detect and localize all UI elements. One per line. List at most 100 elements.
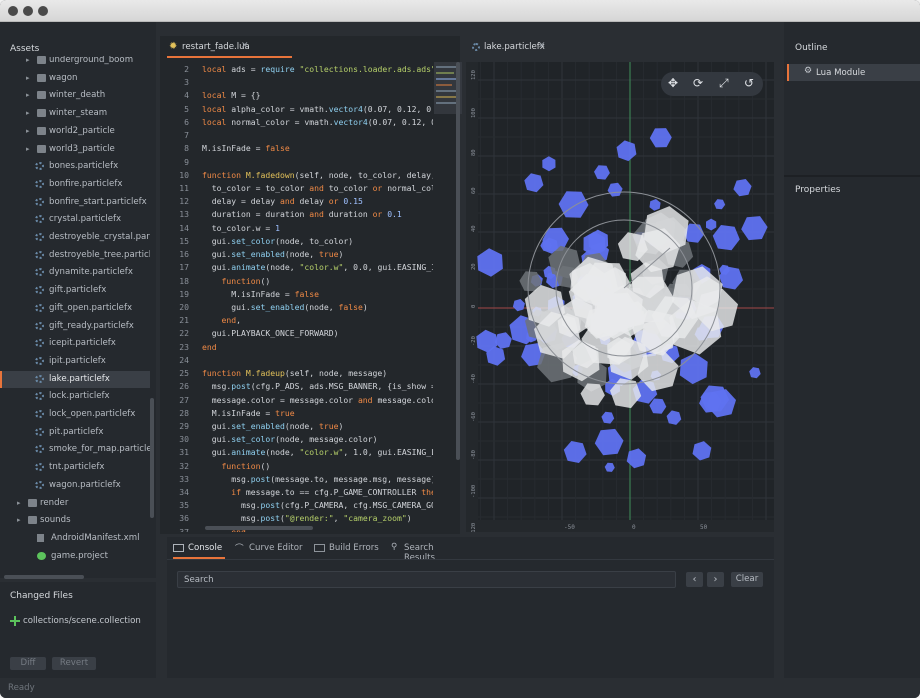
rotate-icon[interactable]: ⟳ xyxy=(693,76,703,90)
asset-item[interactable]: destroyeble_crystal.particlefx xyxy=(0,229,150,246)
reset-icon[interactable]: ↺ xyxy=(744,76,754,90)
asset-item[interactable]: ▸ winter_steam xyxy=(0,105,150,122)
code-line[interactable]: 28 M.isInFade = true xyxy=(167,408,433,421)
clear-button[interactable]: Clear xyxy=(731,572,763,587)
gear-icon: ⚙ xyxy=(804,66,813,76)
console-search-input[interactable]: Search xyxy=(177,571,676,588)
code-line[interactable]: 36 msg.post("@render:", "camera_zoom") xyxy=(167,513,433,526)
chevron-right-icon[interactable]: ▸ xyxy=(26,91,34,99)
asset-item[interactable]: destroyeble_tree.particlefx xyxy=(0,247,150,264)
asset-item[interactable]: lake.particlefx xyxy=(0,370,150,388)
asset-item[interactable]: gift_open.particlefx xyxy=(0,300,150,317)
code-line[interactable]: 10 function M.fadedown(self, node, to_col… xyxy=(167,170,433,183)
changed-file-item[interactable]: collections/scene.collection xyxy=(23,616,141,626)
code-line[interactable]: 5 local alpha_color = vmath.vector4(0.07,… xyxy=(167,104,433,117)
code-line[interactable]: 27 message.color = message.color and mes… xyxy=(167,395,433,408)
assets-hscrollbar[interactable] xyxy=(4,575,84,579)
asset-item[interactable]: ▸ world2_particle xyxy=(0,123,150,140)
code-line[interactable]: 16 gui.set_enabled(node, true) xyxy=(167,249,433,262)
code-line[interactable]: 26 msg.post(cfg.P_ADS, ads.MSG_BANNER, {… xyxy=(167,381,433,394)
asset-item[interactable]: bonfire_start.particlefx xyxy=(0,194,150,211)
scale-icon[interactable]: ⤢ xyxy=(719,76,729,91)
scene-canvas[interactable]: -50 0 50 120 100 80 60 40 20 0 -20 -40 -60 -80 -100 -12… xyxy=(466,62,774,532)
asset-item[interactable]: gift.particlefx xyxy=(0,282,150,299)
chevron-right-icon[interactable]: ▸ xyxy=(26,127,34,135)
asset-item[interactable]: tnt.particlefx xyxy=(0,459,150,476)
tab-lake-particlefx[interactable]: lake.particlefx ✕ xyxy=(470,40,580,58)
code-line[interactable]: 15 gui.set_color(node, to_color) xyxy=(167,236,433,249)
code-line[interactable]: 6 local normal_color = vmath.vector4(0.07… xyxy=(167,117,433,130)
code-line[interactable]: 13 duration = duration and duration or 0… xyxy=(167,209,433,222)
chevron-right-icon[interactable]: ▸ xyxy=(26,145,34,153)
asset-item[interactable]: ▸ underground_boom xyxy=(0,56,150,69)
asset-item[interactable]: pit.particlefx xyxy=(0,424,150,441)
asset-item[interactable]: ipit.particlefx xyxy=(0,353,150,370)
move-icon[interactable]: ✥ xyxy=(668,76,678,90)
code-line[interactable]: 20 gui.set_enabled(node, false) xyxy=(167,302,433,315)
code-line[interactable]: 9 xyxy=(167,157,433,170)
asset-item[interactable]: ▸ sounds xyxy=(0,512,150,529)
code-line[interactable]: 21 end, xyxy=(167,315,433,328)
minimize-window-button[interactable] xyxy=(23,6,33,16)
code-line[interactable]: 4 local M = {} xyxy=(167,90,433,103)
scene-viewport[interactable]: -50 0 50 120 100 80 60 40 20 0 -20 -40 -60 -80 -100 -12… xyxy=(466,62,774,532)
code-line[interactable]: 22 gui.PLAYBACK_ONCE_FORWARD) xyxy=(167,328,433,341)
chevron-right-icon[interactable]: ▸ xyxy=(26,74,34,82)
asset-item[interactable]: lock_open.particlefx xyxy=(0,406,150,423)
code-line[interactable]: 31 gui.animate(node, "color.w", 1.0, gui… xyxy=(167,447,433,460)
search-prev-button[interactable]: ‹ xyxy=(686,572,703,587)
asset-item[interactable]: smoke_for_map.particlefx xyxy=(0,441,150,458)
assets-scrollbar[interactable] xyxy=(150,398,154,518)
chevron-right-icon[interactable]: ▸ xyxy=(17,516,25,524)
asset-item[interactable]: crystal.particlefx xyxy=(0,211,150,228)
code-line[interactable]: 30 gui.set_color(node, message.color) xyxy=(167,434,433,447)
close-window-button[interactable] xyxy=(8,6,18,16)
asset-item[interactable]: wagon.particlefx xyxy=(0,477,150,494)
code-line[interactable]: 32 function() xyxy=(167,461,433,474)
code-line[interactable]: 25 function M.fadeup(self, node, message) xyxy=(167,368,433,381)
code-line[interactable]: 19 M.isInFade = false xyxy=(167,289,433,302)
asset-item[interactable]: ▸ wagon xyxy=(0,70,150,87)
code-line[interactable]: 2 local ads = require "collections.loader… xyxy=(167,64,433,77)
outline-item-lua-module[interactable]: ⚙ Lua Module xyxy=(787,64,920,81)
asset-item[interactable]: ▸ world3_particle xyxy=(0,141,150,158)
asset-item[interactable]: bonfire.particlefx xyxy=(0,176,150,193)
code-line[interactable]: 7 xyxy=(167,130,433,143)
code-line[interactable]: 29 gui.set_enabled(node, true) xyxy=(167,421,433,434)
code-line[interactable]: 33 msg.post(message.to, message.msg, mes… xyxy=(167,474,433,487)
tab-restart-fade[interactable]: ✹ restart_fade.lua ✕ xyxy=(167,40,292,58)
code-line[interactable]: 3 xyxy=(167,77,433,90)
chevron-right-icon[interactable]: ▸ xyxy=(26,109,34,117)
code-line[interactable]: 23 end xyxy=(167,342,433,355)
tab-console[interactable]: Console xyxy=(173,543,225,559)
code-line[interactable]: 24 xyxy=(167,355,433,368)
code-area[interactable]: 2 local ads = require "collections.loader… xyxy=(167,62,433,532)
close-tab-icon[interactable]: ✕ xyxy=(538,41,546,51)
asset-item[interactable]: bones.particlefx xyxy=(0,158,150,175)
asset-item[interactable]: gift_ready.particlefx xyxy=(0,318,150,335)
zoom-window-button[interactable] xyxy=(38,6,48,16)
asset-item[interactable]: game.project xyxy=(0,548,150,565)
asset-item[interactable]: ▸ winter_death xyxy=(0,87,150,104)
code-vscrollbar[interactable] xyxy=(456,62,460,460)
asset-item[interactable]: AndroidManifest.xml xyxy=(0,530,150,547)
asset-item[interactable]: ▸ render xyxy=(0,495,150,512)
code-line[interactable]: 14 to_color.w = 1 xyxy=(167,223,433,236)
asset-item[interactable]: icepit.particlefx xyxy=(0,335,150,352)
code-hscrollbar[interactable] xyxy=(205,526,313,530)
code-line[interactable]: 18 function() xyxy=(167,276,433,289)
chevron-right-icon[interactable]: ▸ xyxy=(26,56,34,64)
code-line[interactable]: 11 to_color = to_color and to_color or n… xyxy=(167,183,433,196)
code-line[interactable]: 12 delay = delay and delay or 0.15 xyxy=(167,196,433,209)
code-line[interactable]: 34 if message.to == cfg.P_GAME_CONTROLLE… xyxy=(167,487,433,500)
code-line[interactable]: 35 msg.post(cfg.P_CAMERA, cfg.MSG_CAMERA… xyxy=(167,500,433,513)
asset-item[interactable]: lock.particlefx xyxy=(0,388,150,405)
diff-button[interactable]: Diff xyxy=(10,657,46,670)
revert-button[interactable]: Revert xyxy=(52,657,96,670)
code-line[interactable]: 17 gui.animate(node, "color.w", 0.0, gui… xyxy=(167,262,433,275)
code-line[interactable]: 8 M.isInFade = false xyxy=(167,143,433,156)
chevron-right-icon[interactable]: ▸ xyxy=(17,499,25,507)
asset-item[interactable]: dynamite.particlefx xyxy=(0,264,150,281)
search-next-button[interactable]: › xyxy=(707,572,724,587)
close-tab-icon[interactable]: ✕ xyxy=(241,41,249,51)
